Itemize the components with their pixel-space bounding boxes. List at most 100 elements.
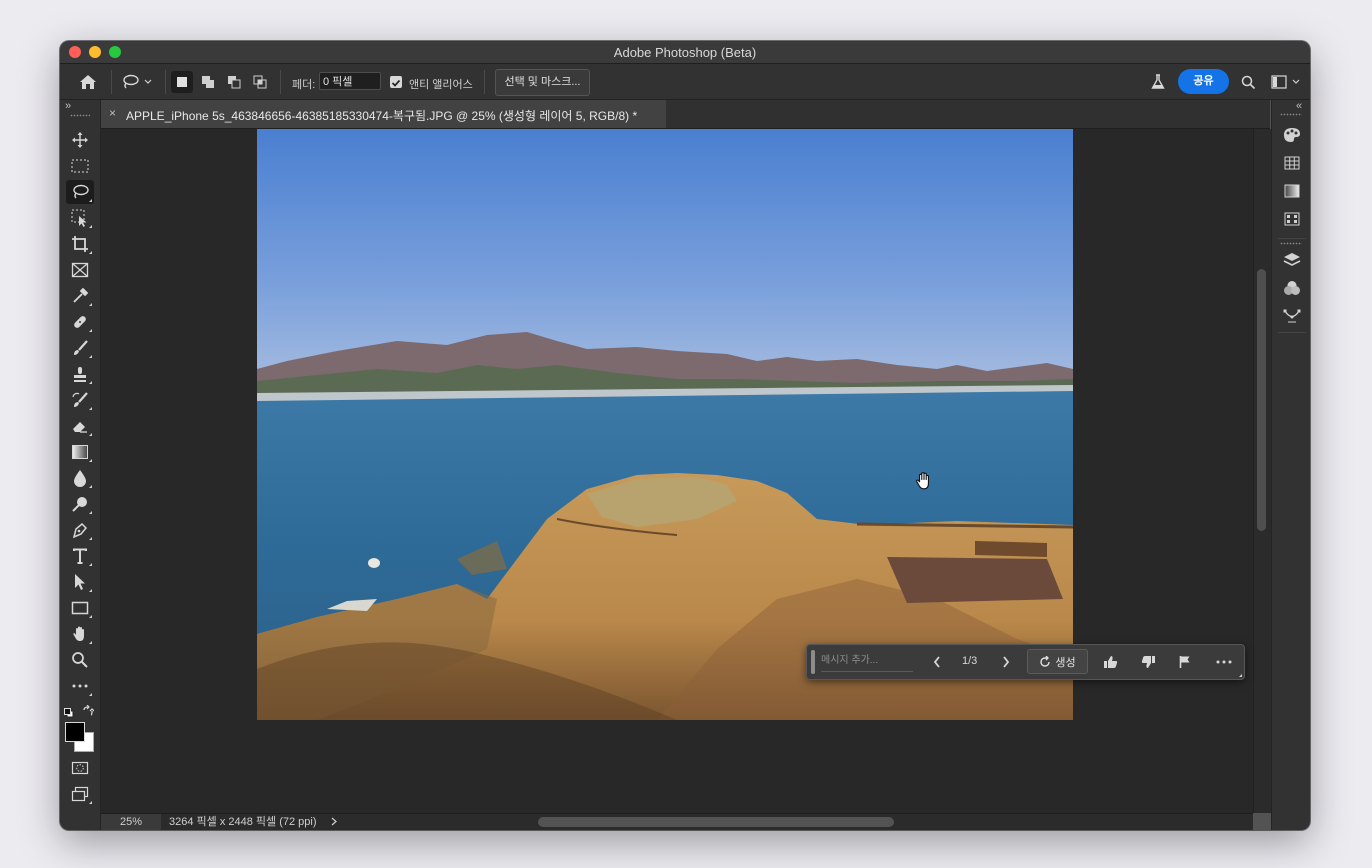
- report-button[interactable]: [1175, 653, 1195, 671]
- pen-tool[interactable]: [66, 518, 94, 542]
- more-icon: [1216, 660, 1232, 664]
- zoom-tool[interactable]: [66, 648, 94, 672]
- flag-icon: [1179, 656, 1190, 668]
- path-selection-tool[interactable]: [66, 570, 94, 594]
- frame-tool[interactable]: [66, 258, 94, 282]
- quick-mask-button[interactable]: [66, 756, 94, 780]
- search-icon: [1241, 75, 1255, 89]
- vertical-scrollbar-thumb[interactable]: [1257, 269, 1266, 531]
- generate-button[interactable]: 생성: [1027, 649, 1088, 674]
- thumbs-up-button[interactable]: [1100, 653, 1120, 671]
- search-button[interactable]: [1238, 71, 1258, 93]
- type-tool[interactable]: [66, 544, 94, 568]
- more-tools-button[interactable]: [66, 674, 94, 698]
- swap-colors-button[interactable]: [82, 704, 95, 716]
- intersect-selection-button[interactable]: [249, 71, 271, 93]
- anti-alias-checkbox[interactable]: [390, 76, 402, 88]
- rectangle-tool[interactable]: [66, 596, 94, 620]
- title-bar: Adobe Photoshop (Beta): [60, 41, 1310, 64]
- workspace-switcher[interactable]: [1268, 71, 1304, 93]
- select-and-mask-button[interactable]: 선택 및 마스크...: [495, 69, 590, 96]
- zoom-icon: [72, 652, 88, 668]
- more-tools-icon: [72, 684, 88, 688]
- lasso-tool[interactable]: [66, 180, 94, 204]
- object-selection-icon: [71, 209, 87, 227]
- subtract-from-selection-button[interactable]: [223, 71, 245, 93]
- contextual-task-bar: 메시지 추가... 1/3 생성: [806, 644, 1245, 680]
- horizontal-scrollbar-thumb[interactable]: [538, 817, 894, 827]
- gradients-panel-button[interactable]: [1282, 181, 1302, 201]
- window-title: Adobe Photoshop (Beta): [613, 45, 757, 60]
- swatches-icon: [1284, 156, 1300, 170]
- lasso-icon: [73, 184, 89, 199]
- home-button[interactable]: [76, 71, 100, 93]
- foreground-color-swatch[interactable]: [65, 722, 85, 742]
- panel-dock-grip[interactable]: [1280, 113, 1302, 116]
- task-bar-options-corner[interactable]: [1239, 674, 1242, 677]
- previous-variation-button[interactable]: [927, 653, 947, 671]
- toolbar-grip[interactable]: [70, 114, 90, 117]
- document-info[interactable]: 3264 픽셀 x 2448 픽셀 (72 ppi): [169, 814, 338, 830]
- screen-mode-button[interactable]: [66, 782, 94, 806]
- paths-panel-button[interactable]: [1282, 306, 1302, 326]
- add-to-selection-button[interactable]: [197, 71, 219, 93]
- message-input[interactable]: 메시지 추가...: [821, 653, 913, 672]
- feather-input[interactable]: 0 픽셀: [319, 72, 381, 90]
- move-icon: [72, 132, 88, 148]
- more-options-button[interactable]: [1214, 653, 1234, 671]
- object-selection-tool[interactable]: [66, 206, 94, 230]
- vertical-scrollbar[interactable]: [1253, 129, 1271, 813]
- clone-stamp-tool[interactable]: [66, 362, 94, 386]
- dodge-icon: [72, 497, 87, 512]
- generate-label: 생성: [1055, 656, 1076, 669]
- move-tool[interactable]: [66, 128, 94, 152]
- share-button[interactable]: 공유: [1178, 69, 1229, 94]
- blur-tool[interactable]: [66, 466, 94, 490]
- photoshop-window: Adobe Photoshop (Beta) 페더: 0 픽셀 앤티 앨리어스 …: [60, 41, 1310, 830]
- gradient-tool[interactable]: [66, 440, 94, 464]
- collapse-panels-icon[interactable]: «: [1296, 100, 1302, 112]
- thumbs-down-button[interactable]: [1138, 653, 1158, 671]
- hand-cursor-icon: [914, 471, 934, 496]
- healing-brush-tool[interactable]: [66, 310, 94, 334]
- chevron-right-icon: [331, 817, 337, 826]
- new-selection-button[interactable]: [171, 71, 193, 93]
- canvas-area[interactable]: [101, 129, 1253, 813]
- panel-group-grip[interactable]: [1280, 242, 1302, 245]
- close-tab-icon[interactable]: ×: [109, 106, 116, 120]
- crop-tool[interactable]: [66, 232, 94, 256]
- next-variation-button[interactable]: [996, 653, 1016, 671]
- channels-panel-button[interactable]: [1282, 278, 1302, 298]
- patterns-panel-button[interactable]: [1282, 209, 1302, 229]
- tool-preset-picker[interactable]: [118, 71, 156, 93]
- rectangle-icon: [71, 601, 89, 615]
- eyedropper-icon: [73, 287, 89, 303]
- eyedropper-tool[interactable]: [66, 284, 94, 308]
- dodge-tool[interactable]: [66, 492, 94, 516]
- history-brush-tool[interactable]: [66, 388, 94, 412]
- default-colors-button[interactable]: [64, 705, 74, 718]
- marquee-tool[interactable]: [66, 154, 94, 178]
- zoom-level[interactable]: 25%: [101, 814, 161, 830]
- hand-icon: [73, 626, 84, 641]
- expand-toolbar-icon[interactable]: »: [65, 100, 71, 112]
- frame-icon: [71, 262, 89, 278]
- swap-colors-icon: [83, 704, 95, 716]
- color-icon: [1284, 128, 1300, 142]
- eraser-tool[interactable]: [66, 414, 94, 438]
- hand-tool[interactable]: [66, 622, 94, 646]
- quick-mask-icon: [71, 761, 89, 775]
- document-image[interactable]: [257, 129, 1073, 720]
- beta-labs-button[interactable]: [1148, 71, 1168, 93]
- task-bar-drag-handle[interactable]: [811, 650, 815, 674]
- swatches-panel-button[interactable]: [1282, 153, 1302, 173]
- color-panel-button[interactable]: [1282, 125, 1302, 145]
- subtract-selection-icon: [228, 76, 241, 89]
- options-bar: 페더: 0 픽셀 앤티 앨리어스 선택 및 마스크... 공유: [60, 64, 1310, 100]
- screen-mode-icon: [71, 786, 89, 802]
- document-tab[interactable]: × APPLE_iPhone 5s_463846656-463851853304…: [101, 100, 666, 128]
- layers-panel-button[interactable]: [1282, 250, 1302, 270]
- history-brush-icon: [72, 392, 88, 407]
- brush-tool[interactable]: [66, 336, 94, 360]
- chevron-left-icon: [933, 656, 940, 668]
